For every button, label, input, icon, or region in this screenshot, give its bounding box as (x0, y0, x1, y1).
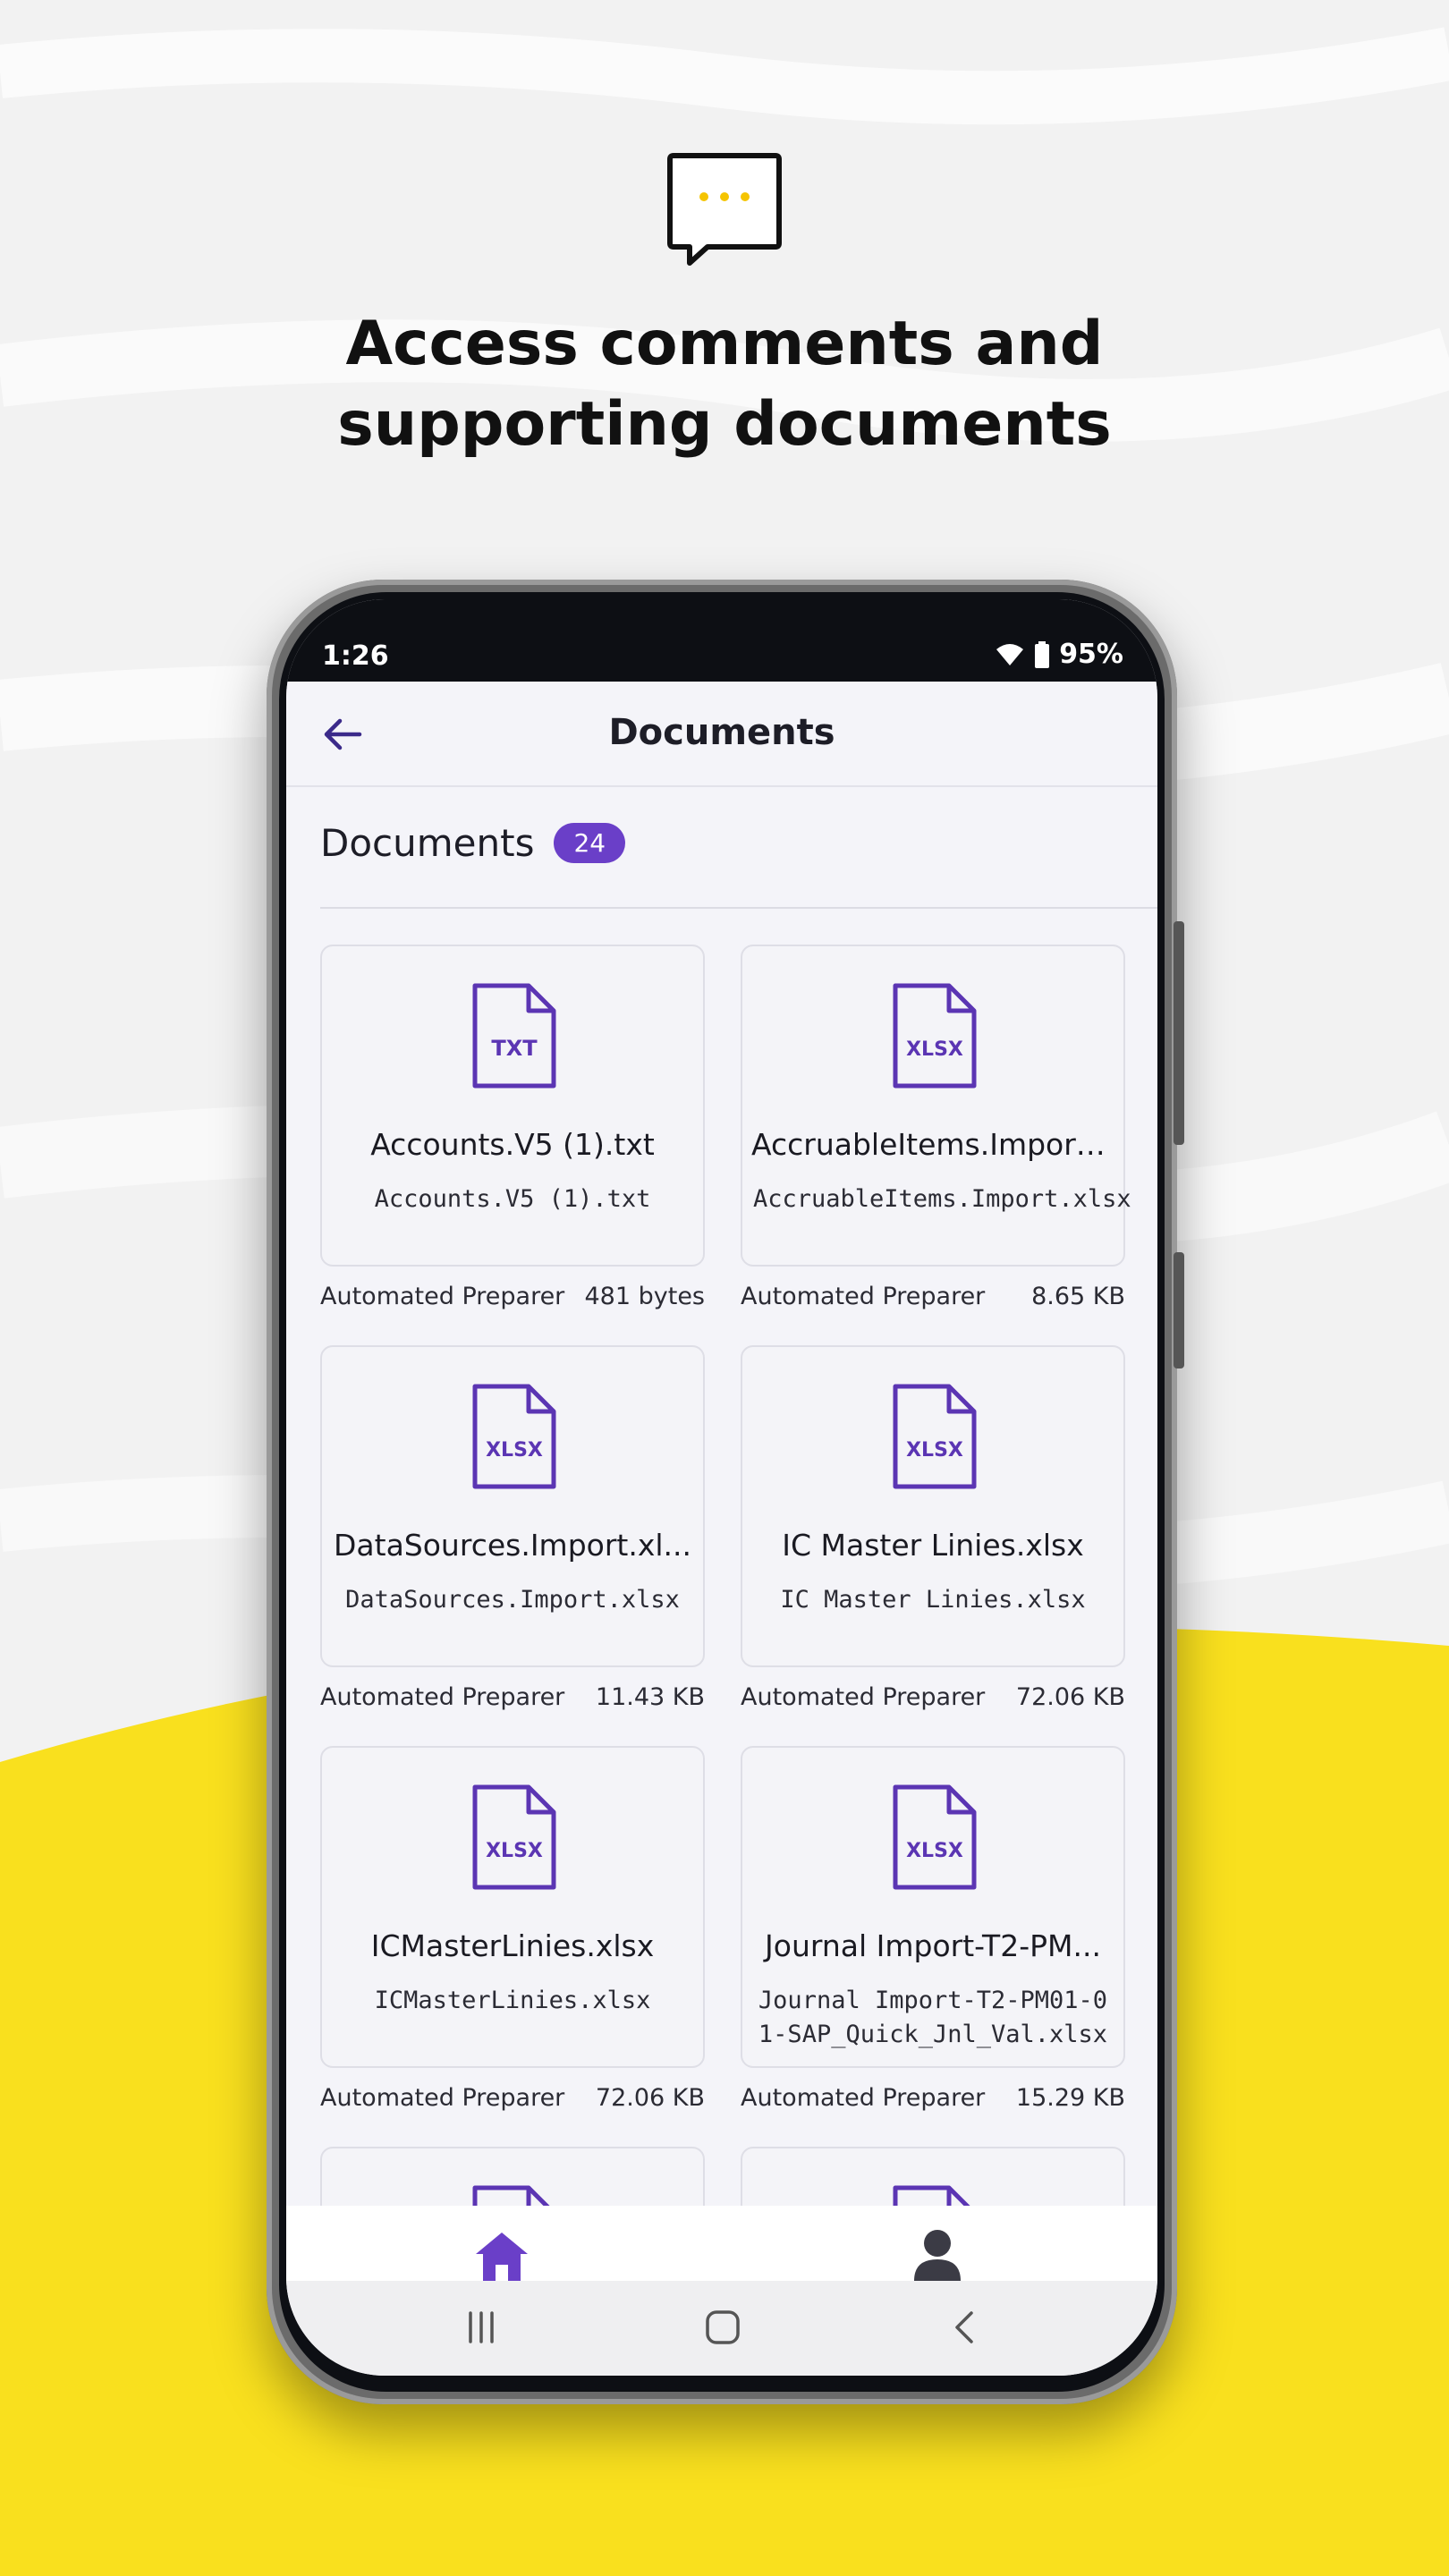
phone-side-button (1174, 1252, 1184, 1368)
system-navigation-bar (286, 2281, 1157, 2376)
xlsx-file-icon: XLSX (893, 1784, 977, 1890)
document-card[interactable]: XLSX DataSources.Import.xl... DataSource… (320, 1345, 705, 1667)
file-size: 72.06 KB (595, 2084, 705, 2112)
file-meta: Automated Preparer 481 bytes (320, 1283, 705, 1310)
file-type-label: TXT (491, 1036, 538, 1061)
file-author: Automated Preparer (741, 1683, 986, 1711)
file-size: 15.29 KB (1015, 2084, 1125, 2112)
file-meta: Automated Preparer 15.29 KB (741, 2084, 1125, 2112)
home-icon[interactable] (472, 2229, 531, 2281)
bottom-navigation (286, 2206, 1157, 2281)
file-type-label: XLSX (906, 1840, 963, 1862)
home-button-icon[interactable] (703, 2308, 742, 2347)
file-subtitle: Journal Import-T2-PM01-01-SAP_Quick_Jnl_… (758, 1987, 1108, 2048)
file-author: Automated Preparer (320, 2084, 565, 2112)
file-author: Automated Preparer (320, 1683, 565, 1711)
app-bar: Documents (286, 682, 1157, 787)
file-subtitle: DataSources.Import.xlsx (345, 1586, 680, 1614)
file-name: DataSources.Import.xl... (334, 1528, 691, 1563)
wifi-icon (996, 643, 1024, 665)
promo-headline: Access comments and supporting documents (0, 304, 1449, 465)
file-meta: Automated Preparer 72.06 KB (320, 2084, 705, 2112)
section-title: Documents (320, 821, 535, 865)
phone-screen: 1:26 95% Documents Documents 24 TXT Acco… (286, 599, 1157, 2376)
file-meta: Automated Preparer 11.43 KB (320, 1683, 705, 1711)
headline-line-2: supporting documents (337, 389, 1112, 460)
file-meta: Automated Preparer 8.65 KB (741, 1283, 1125, 1310)
file-subtitle: Accounts.V5 (1).txt (374, 1185, 651, 1213)
document-card[interactable]: XLSX Journal Import-T2-PM... Journal Imp… (741, 1746, 1125, 2068)
page-title: Documents (608, 712, 835, 753)
profile-icon[interactable] (912, 2227, 962, 2281)
document-item: XLSX IC Master Linies.xlsx IC Master Lin… (741, 1345, 1125, 1711)
file-size: 11.43 KB (595, 1683, 705, 1711)
document-card[interactable]: XLSX AccruableItems.Import... AccruableI… (741, 945, 1131, 1267)
file-type-label: XLSX (486, 1439, 543, 1462)
file-type-label: XLSX (906, 1439, 963, 1462)
xlsx-file-icon: XLSX (472, 1784, 556, 1890)
phone-side-button (1174, 921, 1184, 1145)
file-type-label: XLSX (906, 1038, 963, 1061)
back-chevron-icon[interactable] (946, 2308, 986, 2347)
txt-file-icon: TXT (472, 983, 556, 1089)
battery-icon (1035, 640, 1050, 668)
document-item: XLSX DataSources.Import.xl... DataSource… (320, 1345, 705, 1711)
file-name: AccruableItems.Import... (751, 1127, 1114, 1162)
file-name: ICMasterLinies.xlsx (370, 1928, 655, 1963)
file-author: Automated Preparer (741, 2084, 986, 2112)
file-type-label: XLSX (486, 1840, 543, 1862)
xlsx-file-icon: XLSX (893, 1384, 977, 1489)
file-subtitle: IC Master Linies.xlsx (780, 1586, 1086, 1614)
battery-percent: 95% (1059, 639, 1123, 670)
status-time: 1:26 (322, 640, 389, 672)
document-item: XLSX Journal Import-T2-PM... Journal Imp… (741, 1746, 1125, 2112)
status-indicators: 95% (995, 639, 1123, 670)
document-card[interactable]: XLSX IC Master Linies.xlsx IC Master Lin… (741, 1345, 1125, 1667)
file-subtitle: AccruableItems.Import.xlsx (753, 1185, 1131, 1213)
document-item: XLSX AccruableItems.Import... AccruableI… (741, 945, 1131, 1310)
document-item: TXT Accounts.V5 (1).txt Accounts.V5 (1).… (320, 945, 705, 1310)
recent-apps-icon[interactable] (462, 2308, 501, 2347)
chat-bubble-icon (667, 153, 782, 266)
file-subtitle: ICMasterLinies.xlsx (374, 1987, 651, 2014)
headline-line-1: Access comments and (345, 309, 1104, 379)
file-name: IC Master Linies.xlsx (782, 1528, 1084, 1563)
file-size: 8.65 KB (1031, 1283, 1125, 1310)
document-item: XLSX ICMasterLinies.xlsx ICMasterLinies.… (320, 1746, 705, 2112)
count-badge: 24 (554, 823, 626, 863)
divider (320, 907, 1157, 909)
file-author: Automated Preparer (741, 1283, 986, 1310)
file-meta: Automated Preparer 72.06 KB (741, 1683, 1125, 1711)
xlsx-file-icon: XLSX (893, 983, 977, 1089)
file-size: 481 bytes (584, 1283, 706, 1310)
document-card[interactable]: TXT Accounts.V5 (1).txt Accounts.V5 (1).… (320, 945, 705, 1267)
documents-header: Documents 24 (320, 821, 626, 865)
file-name: Accounts.V5 (1).txt (370, 1127, 655, 1162)
file-author: Automated Preparer (320, 1283, 565, 1310)
file-size: 72.06 KB (1015, 1683, 1125, 1711)
file-name: Journal Import-T2-PM... (765, 1928, 1101, 1963)
document-card[interactable]: XLSX ICMasterLinies.xlsx ICMasterLinies.… (320, 1746, 705, 2068)
xlsx-file-icon: XLSX (472, 1384, 556, 1489)
status-bar: 1:26 95% (286, 599, 1157, 682)
